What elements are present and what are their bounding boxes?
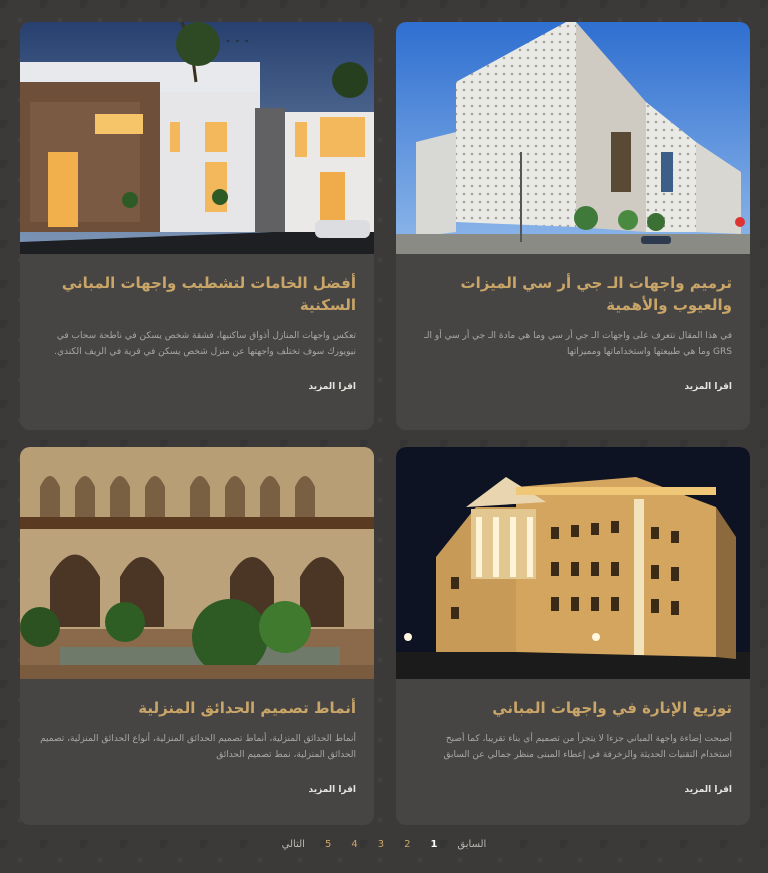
illuminated-building-image — [396, 447, 750, 679]
read-more-link[interactable]: اقرا المزيد — [309, 382, 356, 392]
courtyard-garden-image — [20, 447, 374, 679]
svg-text:⌄ ⌄ ⌄: ⌄ ⌄ ⌄ — [225, 35, 250, 44]
article-excerpt: أنماط الحدائق المنزلية، أنماط تصميم الحد… — [40, 734, 356, 760]
article-title[interactable]: ترميم واجهات الـ جي أر سي الميزات والعيو… — [414, 272, 732, 316]
modern-villa-image: ⌄ ⌄ ⌄ — [20, 22, 374, 254]
page-5[interactable]: 5 — [325, 839, 331, 850]
article-card: ⌄ ⌄ ⌄ أفضل الخامات لتشطيب واجهات المباني… — [20, 22, 374, 430]
page-3[interactable]: 3 — [378, 839, 384, 850]
page-1[interactable]: 1 — [430, 839, 437, 850]
read-more-link[interactable]: اقرا المزيد — [685, 382, 732, 392]
article-image[interactable] — [396, 22, 750, 254]
article-title[interactable]: أنماط تصميم الحدائق المنزلية — [38, 697, 356, 719]
page-2[interactable]: 2 — [404, 839, 410, 850]
white-facade-building-image — [396, 22, 750, 254]
pagination: السابق 1 2 3 4 5 التالي — [0, 834, 768, 854]
read-more-link[interactable]: اقرا المزيد — [685, 785, 732, 795]
article-image[interactable]: ⌄ ⌄ ⌄ — [20, 22, 374, 254]
article-excerpt: أصبحت إضاءة واجهة المباني جزءا لا يتجزأ … — [443, 734, 732, 760]
article-card: توزيع الإنارة في واجهات المباني أصبحت إض… — [396, 447, 750, 825]
article-excerpt: في هذا المقال نتعرف على واجهات الـ جي أر… — [424, 331, 732, 357]
article-image[interactable] — [20, 447, 374, 679]
article-title[interactable]: توزيع الإنارة في واجهات المباني — [414, 697, 732, 719]
read-more-link[interactable]: اقرا المزيد — [309, 785, 356, 795]
article-excerpt: تعكس واجهات المنازل أذواق ساكنيها، فشقة … — [54, 331, 356, 357]
pagination-prev[interactable]: السابق — [457, 839, 486, 850]
article-title[interactable]: أفضل الخامات لتشطيب واجهات المباني السكن… — [38, 272, 356, 316]
article-image[interactable] — [396, 447, 750, 679]
pagination-next[interactable]: التالي — [282, 839, 305, 850]
article-card: ترميم واجهات الـ جي أر سي الميزات والعيو… — [396, 22, 750, 430]
article-card: أنماط تصميم الحدائق المنزلية أنماط الحدا… — [20, 447, 374, 825]
page-4[interactable]: 4 — [351, 839, 357, 850]
